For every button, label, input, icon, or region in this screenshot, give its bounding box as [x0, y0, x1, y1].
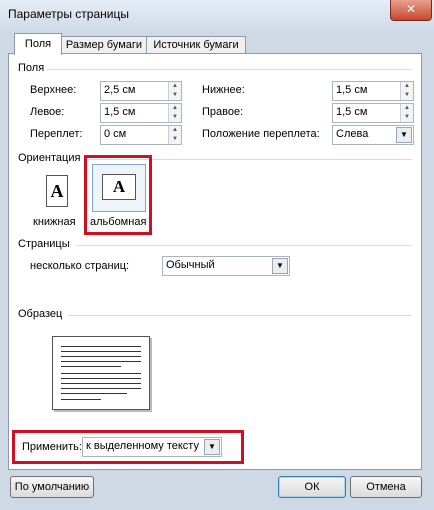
left-margin-value: 1,5 см [104, 106, 136, 118]
top-margin-spinner[interactable]: 2,5 см ▲ ▼ [100, 81, 182, 101]
multiple-pages-label: несколько страниц: [30, 260, 130, 272]
top-margin-label: Верхнее: [30, 84, 77, 96]
preview-separator [68, 315, 412, 316]
portrait-option[interactable]: A [30, 172, 82, 214]
left-margin-label: Левое: [30, 106, 65, 118]
chevron-down-icon[interactable]: ▼ [396, 127, 412, 143]
right-margin-label: Правое: [202, 106, 244, 118]
multiple-pages-select[interactable]: Обычный ▼ [162, 256, 290, 276]
bottom-margin-spinner[interactable]: 1,5 см ▲ ▼ [332, 81, 414, 101]
right-margin-spinner[interactable]: 1,5 см ▲ ▼ [332, 103, 414, 123]
multiple-pages-value: Обычный [166, 259, 215, 271]
landscape-option[interactable]: A [92, 164, 146, 212]
page-preview [52, 336, 150, 410]
margins-section-label: Поля [18, 62, 45, 74]
left-margin-spinner[interactable]: 1,5 см ▲ ▼ [100, 103, 182, 123]
spin-arrows-icon[interactable]: ▲ ▼ [400, 104, 413, 122]
bottom-margin-value: 1,5 см [336, 84, 368, 96]
pages-section-label: Страницы [18, 238, 70, 250]
orientation-section-label: Ориентация [18, 152, 81, 164]
top-margin-value: 2,5 см [104, 84, 136, 96]
apply-label: Применить: [22, 441, 82, 453]
gutter-value: 0 см [104, 128, 127, 140]
title-bar[interactable]: Параметры страницы ✕ [0, 0, 434, 30]
chevron-down-icon[interactable]: ▼ [272, 258, 288, 274]
spin-arrows-icon[interactable]: ▲ ▼ [168, 104, 181, 122]
margins-separator [46, 69, 412, 70]
pages-separator [76, 245, 412, 246]
gutter-position-select[interactable]: Слева ▼ [332, 125, 414, 145]
bottom-margin-label: Нижнее: [202, 84, 245, 96]
spin-arrows-icon[interactable]: ▲ ▼ [400, 82, 413, 100]
right-margin-value: 1,5 см [336, 106, 368, 118]
default-button[interactable]: По умолчанию [10, 476, 94, 498]
tab-paper-source[interactable]: Источник бумаги [146, 36, 246, 54]
window-title: Параметры страницы [8, 7, 129, 21]
gutter-label: Переплет: [30, 128, 83, 140]
chevron-down-icon[interactable]: ▼ [204, 439, 220, 455]
cancel-button[interactable]: Отмена [350, 476, 422, 498]
portrait-label[interactable]: книжная [33, 216, 76, 228]
gutter-position-value: Слева [336, 128, 369, 140]
apply-to-value: к выделенному тексту [86, 440, 199, 452]
spin-arrows-icon[interactable]: ▲ ▼ [168, 82, 181, 100]
gutter-position-label: Положение переплета: [202, 128, 320, 140]
tab-margins[interactable]: Поля [14, 33, 62, 55]
landscape-label[interactable]: альбомная [90, 216, 146, 228]
landscape-page-icon: A [102, 174, 136, 200]
gutter-spinner[interactable]: 0 см ▲ ▼ [100, 125, 182, 145]
spin-arrows-icon[interactable]: ▲ ▼ [168, 126, 181, 144]
apply-to-select[interactable]: к выделенному тексту ▼ [82, 437, 222, 457]
close-button[interactable]: ✕ [390, 0, 432, 21]
preview-section-label: Образец [18, 308, 63, 320]
tab-paper-size[interactable]: Размер бумаги [61, 36, 147, 54]
portrait-page-icon: A [46, 175, 68, 207]
ok-button[interactable]: ОК [278, 476, 346, 498]
